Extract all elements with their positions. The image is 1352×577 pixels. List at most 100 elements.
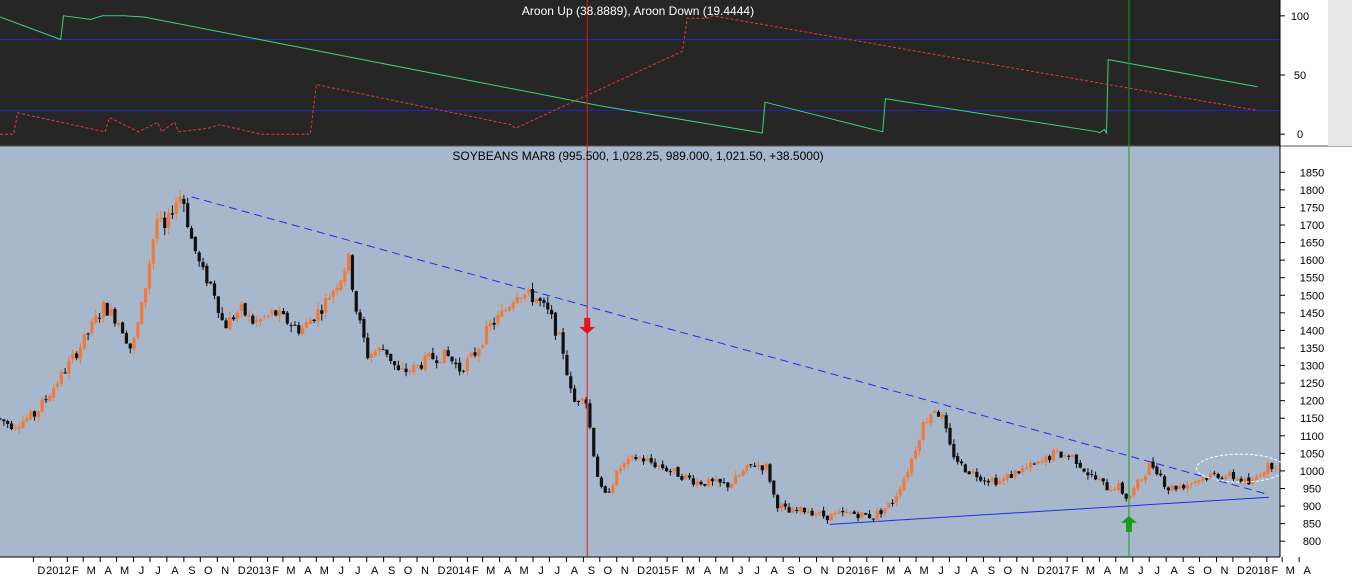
candle-up <box>672 468 676 471</box>
candle-up <box>140 302 144 325</box>
time-tick-label: F <box>672 565 679 577</box>
indicator-tick-label: 0 <box>1297 129 1303 141</box>
time-tick-label: J <box>155 565 161 577</box>
price-tick-label: 1100 <box>1300 431 1324 443</box>
candle-up <box>910 458 914 473</box>
time-tick-label: 2016 <box>846 565 870 577</box>
candle-down <box>0 418 2 420</box>
candle-up <box>917 440 921 451</box>
candle-down <box>573 388 577 402</box>
candle-up <box>1025 467 1029 469</box>
time-tick-label: A <box>504 565 512 577</box>
candle-up <box>519 297 523 299</box>
time-tick-label: M <box>1286 565 1295 577</box>
indicator-title: Aroon Up (38.8889), Aroon Down (19.4444) <box>522 4 754 18</box>
candle-up <box>109 308 113 316</box>
candle-down <box>691 478 695 485</box>
candle-down <box>699 481 703 485</box>
time-tick-label: A <box>1104 565 1112 577</box>
candle-up <box>339 280 343 290</box>
time-tick-label: F <box>1072 565 1079 577</box>
candle-down <box>1231 471 1236 480</box>
candle-down <box>419 365 423 369</box>
time-tick-label: D <box>837 565 845 577</box>
candle-down <box>718 478 722 483</box>
candle-down <box>588 403 592 428</box>
candle-up <box>55 383 60 387</box>
candle-down <box>224 320 228 329</box>
candle-down <box>1159 473 1163 476</box>
time-tick-label: A <box>104 565 112 577</box>
candle-down <box>170 213 174 215</box>
candle-down <box>787 507 791 513</box>
candle-up <box>262 316 266 318</box>
candle-up <box>695 481 699 486</box>
time-tick-label: J <box>555 565 561 577</box>
candle-up <box>883 508 887 513</box>
time-tick-label: M <box>87 565 96 577</box>
candle-up <box>714 479 718 482</box>
time-tick-label: M <box>686 565 695 577</box>
candle-down <box>105 302 109 316</box>
time-tick-label: O <box>803 565 812 577</box>
candle-up <box>791 508 795 513</box>
time-tick-label: N <box>821 565 829 577</box>
candle-up <box>1197 480 1201 483</box>
price-tick-label: 1200 <box>1300 396 1324 408</box>
candle-up <box>71 353 75 360</box>
time-tick-label: J <box>1138 565 1144 577</box>
candle-up <box>1136 479 1140 489</box>
candle-down <box>120 322 125 334</box>
candle-up <box>814 514 818 516</box>
candle-down <box>1174 485 1178 490</box>
time-tick-label: J <box>754 565 760 577</box>
time-tick-label: D <box>637 565 645 577</box>
candle-up <box>235 312 240 319</box>
candle-down <box>546 302 550 310</box>
candle-down <box>569 376 573 389</box>
candle-up <box>408 370 412 372</box>
price-tick-label: 1750 <box>1300 202 1324 214</box>
candle-up <box>488 323 492 327</box>
time-tick-label: M <box>486 565 495 577</box>
candle-down <box>281 310 286 315</box>
time-tick-label: J <box>738 565 744 577</box>
candle-up <box>1040 461 1044 463</box>
candle-up <box>1189 483 1193 485</box>
time-tick-label: F <box>272 565 279 577</box>
chart-window: 0 50 100 800 850 900 950 1000 1050 1100 1150 1200 1… <box>0 0 1352 577</box>
candle-up <box>442 349 446 363</box>
candle-up <box>913 450 918 459</box>
candle-down <box>687 475 692 478</box>
candle-up <box>469 352 473 357</box>
candle-up <box>136 322 140 338</box>
candle-up <box>764 464 768 470</box>
candle-down <box>1082 468 1086 472</box>
time-tick-label: D <box>37 565 45 577</box>
candle-down <box>753 465 757 467</box>
candle-up <box>971 470 975 474</box>
candle-down <box>1009 474 1013 479</box>
time-tick-label: J <box>938 565 944 577</box>
candle-down <box>431 352 435 360</box>
price-tick-label: 1800 <box>1300 185 1324 197</box>
candle-up <box>343 270 347 283</box>
scrollbar-track[interactable] <box>1328 0 1352 146</box>
candle-down <box>201 262 205 268</box>
candle-up <box>990 478 994 482</box>
candle-up <box>618 468 623 471</box>
candle-down <box>366 337 370 359</box>
candle-up <box>151 239 155 264</box>
candle-down <box>1059 451 1063 458</box>
indicator-panel-bg <box>0 0 1280 146</box>
time-tick-label: N <box>621 565 629 577</box>
candle-down <box>760 465 764 471</box>
candle-up <box>1258 475 1262 477</box>
candle-down <box>392 361 397 366</box>
time-tick-label: F <box>1271 565 1278 577</box>
candle-up <box>101 301 106 318</box>
candle-down <box>542 300 546 303</box>
indicator-tick-label: 50 <box>1294 70 1306 82</box>
candle-down <box>362 319 366 338</box>
candle-up <box>894 495 898 504</box>
